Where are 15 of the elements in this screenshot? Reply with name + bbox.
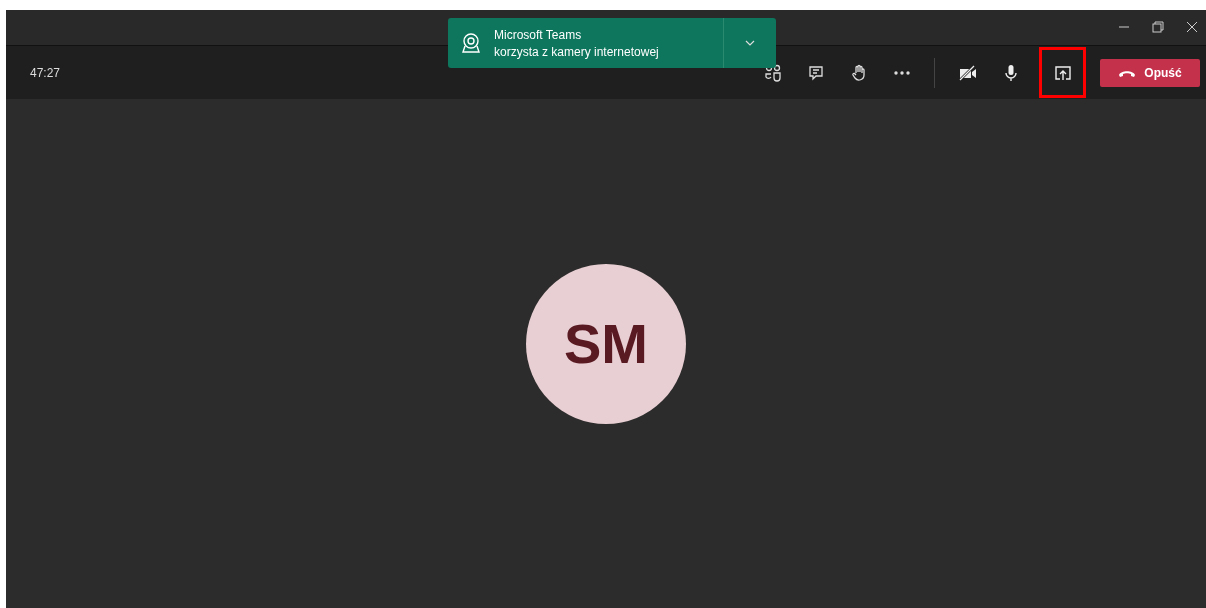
hand-icon bbox=[849, 63, 868, 82]
webcam-icon bbox=[460, 32, 482, 54]
participant-avatar: SM bbox=[526, 263, 686, 424]
restore-icon[interactable] bbox=[1152, 21, 1164, 33]
share-screen-icon bbox=[1053, 63, 1072, 82]
leave-button[interactable]: Opuść bbox=[1100, 58, 1200, 87]
notification-app: Microsoft Teams bbox=[494, 27, 583, 42]
chat-icon bbox=[806, 63, 825, 82]
notification-message: korzysta z kamery internetowej bbox=[494, 44, 660, 59]
share-button[interactable] bbox=[1039, 47, 1086, 98]
close-icon[interactable] bbox=[1186, 21, 1198, 33]
camera-off-icon bbox=[957, 63, 978, 82]
chevron-down-icon bbox=[744, 39, 756, 47]
more-icon bbox=[892, 70, 911, 75]
call-timer: 47:27 bbox=[30, 65, 61, 80]
